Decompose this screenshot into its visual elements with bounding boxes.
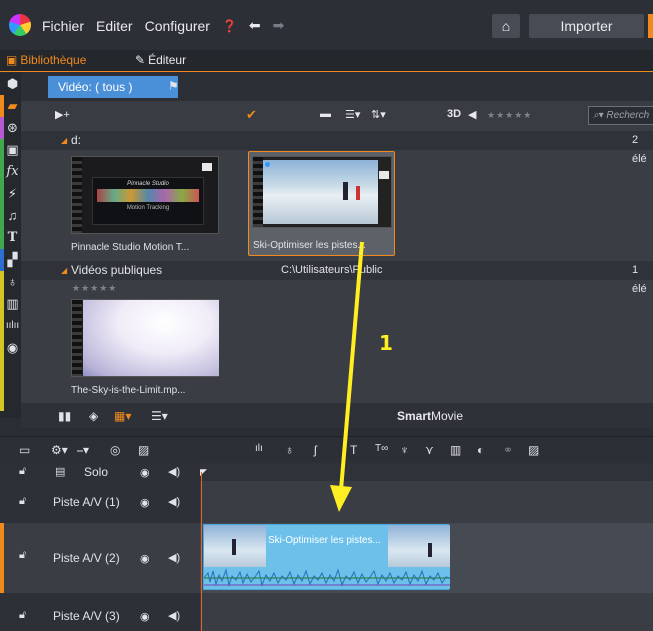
step-number: 1 bbox=[379, 331, 393, 355]
annotation-arrow bbox=[330, 241, 364, 512]
